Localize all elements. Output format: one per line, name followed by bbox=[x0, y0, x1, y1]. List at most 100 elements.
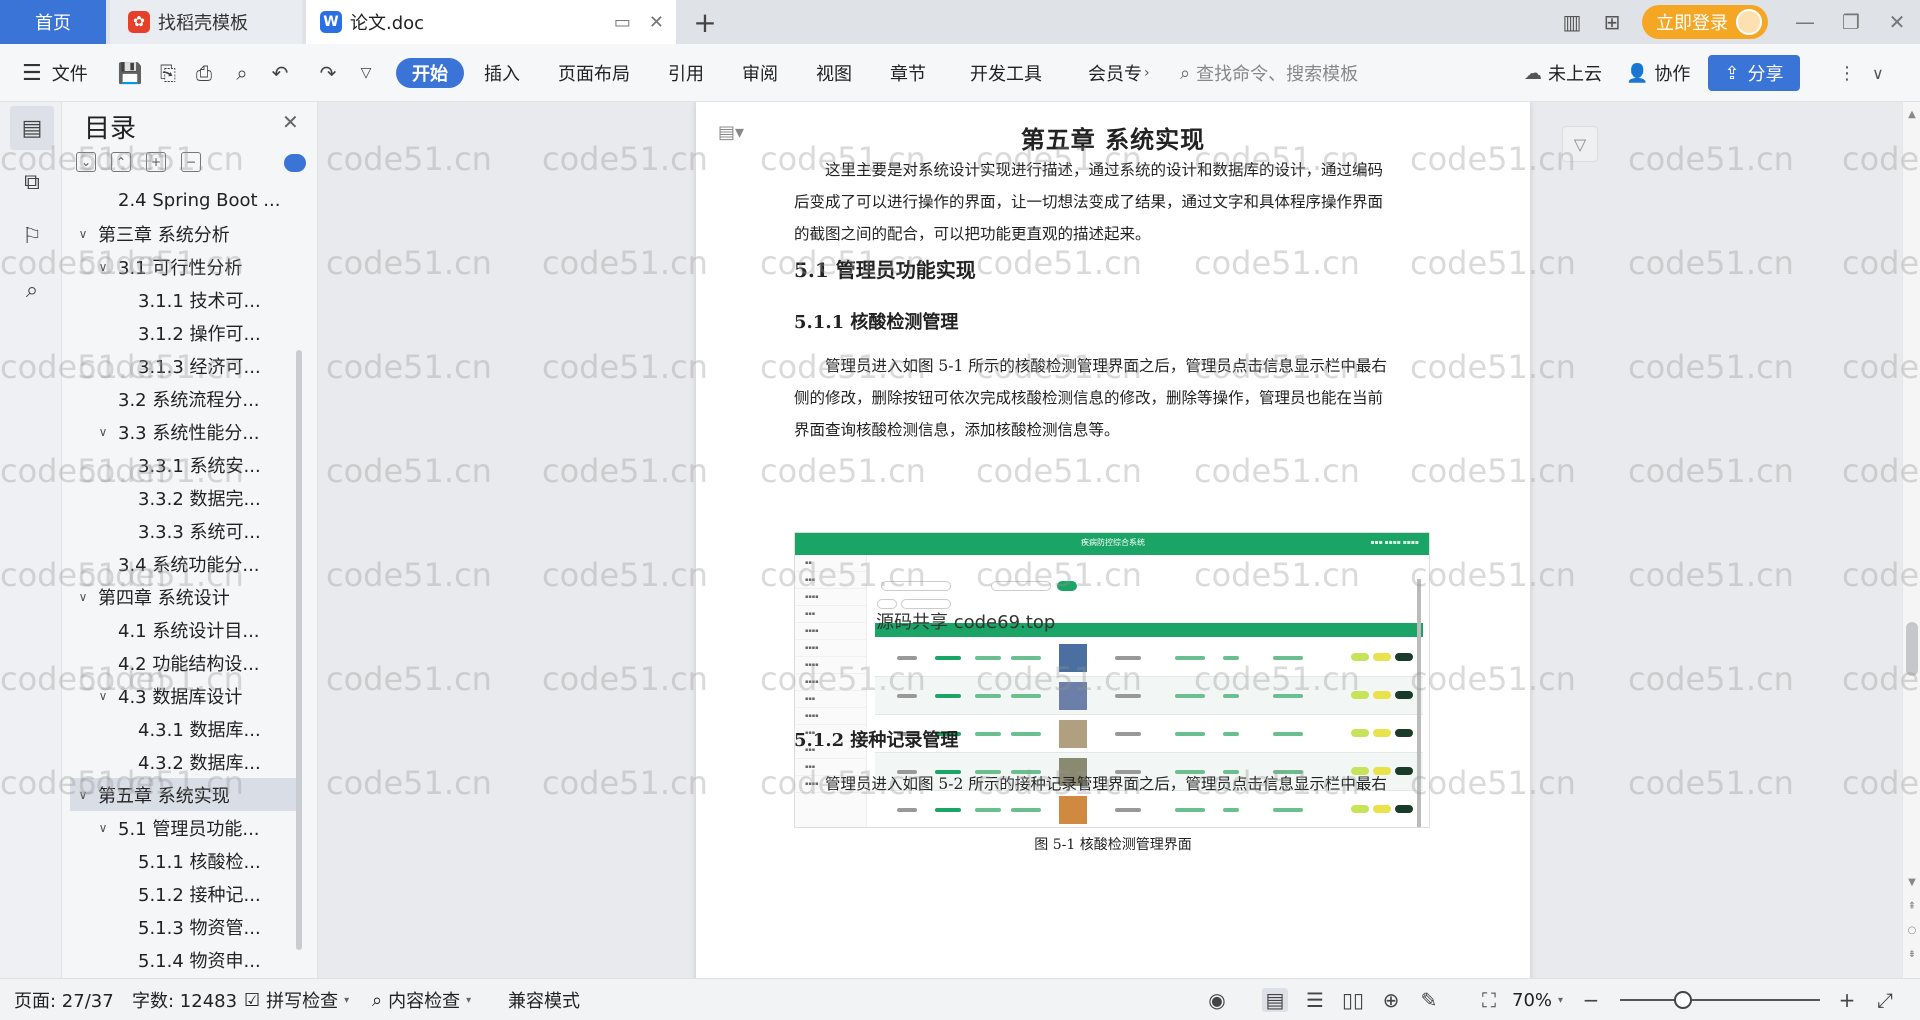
tab-page-layout[interactable]: 页面布局 bbox=[558, 44, 630, 102]
cloud-status-button[interactable]: ☁ 未上云 bbox=[1524, 44, 1602, 102]
tab-references[interactable]: 引用 bbox=[668, 44, 704, 102]
outline-view-icon[interactable]: ☰ bbox=[1302, 988, 1328, 1012]
select-browse-icon[interactable]: ○ bbox=[1903, 920, 1920, 940]
web-view-icon[interactable]: ⊕ bbox=[1378, 988, 1404, 1012]
layout-icon[interactable]: ▥ bbox=[1552, 0, 1592, 44]
outline-item[interactable]: ∨ 4.3 数据库设计 bbox=[70, 679, 302, 712]
fit-page-icon[interactable]: ⛶ bbox=[1476, 988, 1502, 1012]
collab-button[interactable]: 👤 协作 bbox=[1626, 44, 1690, 102]
reading-view-icon[interactable]: ▯▯ bbox=[1340, 988, 1366, 1012]
share-button[interactable]: ⇪ 分享 bbox=[1708, 55, 1800, 91]
outline-item[interactable]: 5.1.2 接种记... bbox=[70, 877, 302, 910]
export-icon[interactable]: ⎘ bbox=[154, 59, 182, 87]
eye-protection-icon[interactable]: ◉ bbox=[1204, 988, 1230, 1012]
remove-heading-icon[interactable]: − bbox=[181, 152, 201, 172]
zoom-level[interactable]: 70% ▾ bbox=[1512, 979, 1563, 1020]
zoom-in-icon[interactable]: + bbox=[1834, 988, 1860, 1012]
chevron-down-icon[interactable]: ∨ bbox=[76, 788, 90, 802]
tab-chapter[interactable]: 章节 bbox=[890, 44, 926, 102]
redo-icon[interactable]: ↷ bbox=[314, 59, 342, 87]
command-search[interactable]: ⌕ 查找命令、搜索模板 bbox=[1180, 44, 1358, 102]
zoom-slider-thumb[interactable] bbox=[1674, 991, 1692, 1009]
tab-start[interactable]: 开始 bbox=[396, 58, 464, 88]
outline-item[interactable]: 3.1.1 技术可... bbox=[70, 283, 302, 316]
smart-outline-toggle[interactable] bbox=[284, 154, 306, 172]
close-icon[interactable]: ✕ bbox=[282, 110, 299, 134]
outline-item[interactable]: ∨ 3.1 可行性分析 bbox=[70, 250, 302, 283]
minimize-button[interactable]: — bbox=[1782, 0, 1828, 44]
outline-item[interactable]: ∨ 3.3 系统性能分... bbox=[70, 415, 302, 448]
file-menu-button[interactable]: ☰ 文件 bbox=[22, 44, 88, 102]
login-button[interactable]: 立即登录 bbox=[1642, 5, 1768, 39]
outline-item[interactable]: 4.1 系统设计目... bbox=[70, 613, 302, 646]
outline-item[interactable]: 5.1.4 物资申... bbox=[70, 943, 302, 976]
outline-item[interactable]: 4.3.2 数据库... bbox=[70, 745, 302, 778]
scroll-up-icon[interactable]: ▲ bbox=[1903, 104, 1920, 124]
tab-template[interactable]: ✿ 找稻壳模板 bbox=[110, 0, 302, 44]
outline-item[interactable]: 3.4 系统功能分... bbox=[70, 547, 302, 580]
tab-member[interactable]: 会员专 › bbox=[1088, 44, 1150, 102]
undo-icon[interactable]: ↶ bbox=[266, 59, 294, 87]
outline-item[interactable]: 3.1.3 经济可... bbox=[70, 349, 302, 382]
chapter-nav-icon[interactable]: ⧉ bbox=[10, 160, 54, 204]
outline-item[interactable]: ∨ 第五章 系统实现 bbox=[70, 778, 302, 811]
tab-view[interactable]: 视图 bbox=[816, 44, 852, 102]
next-page-icon[interactable]: ⇟ bbox=[1903, 944, 1920, 964]
zoom-slider[interactable] bbox=[1620, 999, 1820, 1001]
outline-item[interactable]: 3.3.2 数据完... bbox=[70, 481, 302, 514]
save-icon[interactable]: 💾 bbox=[116, 59, 144, 87]
expand-all-icon[interactable]: ⌄ bbox=[76, 152, 96, 172]
chevron-down-icon[interactable]: ∨ bbox=[96, 821, 110, 835]
print-icon[interactable]: ⎙ bbox=[190, 59, 218, 87]
tab-developer[interactable]: 开发工具 bbox=[970, 44, 1042, 102]
add-heading-icon[interactable]: + bbox=[146, 152, 166, 172]
outline-item[interactable]: 3.2 系统流程分... bbox=[70, 382, 302, 415]
collapse-all-icon[interactable]: ⌃ bbox=[111, 152, 131, 172]
display-options-icon[interactable]: ▽ bbox=[1562, 126, 1598, 162]
vertical-scrollbar[interactable]: ▲ ▼ ⇞ ○ ⇟ bbox=[1902, 102, 1920, 978]
outline-scrollbar[interactable] bbox=[296, 350, 302, 950]
outline-item[interactable]: 4.3.1 数据库... bbox=[70, 712, 302, 745]
outline-item[interactable]: ∨ 第三章 系统分析 bbox=[70, 217, 302, 250]
document-page[interactable]: ▤▾ 第五章 系统实现 这里主要是对系统设计实现进行描述，通过系统的设计和数据库… bbox=[696, 102, 1530, 978]
tab-home[interactable]: 首页 bbox=[0, 0, 106, 44]
tab-close-icon[interactable]: ✕ bbox=[649, 12, 664, 33]
chevron-down-icon[interactable]: ∨ bbox=[96, 260, 110, 274]
print-preview-icon[interactable]: ⌕ bbox=[228, 59, 256, 87]
outline-item[interactable]: 2.4 Spring Boot ... bbox=[70, 184, 302, 217]
window-float-icon[interactable]: ▭ bbox=[614, 12, 631, 33]
bookmark-icon[interactable]: ⚐ bbox=[10, 214, 54, 258]
zoom-out-icon[interactable]: − bbox=[1578, 988, 1604, 1012]
new-tab-button[interactable]: + bbox=[690, 0, 720, 44]
outline-item[interactable]: ∨ 第四章 系统设计 bbox=[70, 580, 302, 613]
write-view-icon[interactable]: ✎ bbox=[1416, 988, 1442, 1012]
apps-grid-icon[interactable]: ⊞ bbox=[1592, 0, 1632, 44]
outline-item[interactable]: 4.2 功能结构设... bbox=[70, 646, 302, 679]
collapse-ribbon-icon[interactable]: ∨ bbox=[1872, 44, 1884, 102]
scroll-down-icon[interactable]: ▼ bbox=[1903, 872, 1920, 892]
content-check-button[interactable]: ⌕ 内容检查 ▾ bbox=[372, 979, 471, 1020]
outline-panel-icon[interactable]: ▤ bbox=[10, 106, 54, 150]
maximize-button[interactable]: ❐ bbox=[1828, 0, 1874, 44]
quick-access-dropdown-icon[interactable]: ▽ bbox=[352, 59, 380, 87]
word-count[interactable]: 字数: 12483 bbox=[132, 979, 237, 1020]
fullscreen-icon[interactable]: ⤢ bbox=[1872, 988, 1898, 1012]
chevron-down-icon[interactable]: ∨ bbox=[76, 590, 90, 604]
chevron-down-icon[interactable]: ∨ bbox=[76, 227, 90, 241]
outline-item[interactable]: 5.1.3 物资管... bbox=[70, 910, 302, 943]
outline-item[interactable]: 5.1.1 核酸检... bbox=[70, 844, 302, 877]
tab-document[interactable]: W 论文.doc ▭ ✕ bbox=[306, 0, 676, 44]
prev-page-icon[interactable]: ⇞ bbox=[1903, 896, 1920, 916]
chevron-down-icon[interactable]: ∨ bbox=[96, 425, 110, 439]
chevron-down-icon[interactable]: ∨ bbox=[96, 689, 110, 703]
scroll-thumb[interactable] bbox=[1906, 622, 1918, 676]
page-count[interactable]: 页面: 27/37 bbox=[14, 979, 114, 1020]
close-window-button[interactable]: ✕ bbox=[1874, 0, 1920, 44]
find-icon[interactable]: ⌕ bbox=[10, 268, 54, 312]
outline-item[interactable]: 3.3.1 系统安... bbox=[70, 448, 302, 481]
more-options-icon[interactable]: ⋮ bbox=[1838, 44, 1856, 102]
outline-item[interactable]: ∨ 5.1 管理员功能... bbox=[70, 811, 302, 844]
outline-item[interactable]: 3.3.3 系统可... bbox=[70, 514, 302, 547]
page-view-icon[interactable]: ▤ bbox=[1262, 988, 1288, 1012]
outline-item[interactable]: 3.1.2 操作可... bbox=[70, 316, 302, 349]
